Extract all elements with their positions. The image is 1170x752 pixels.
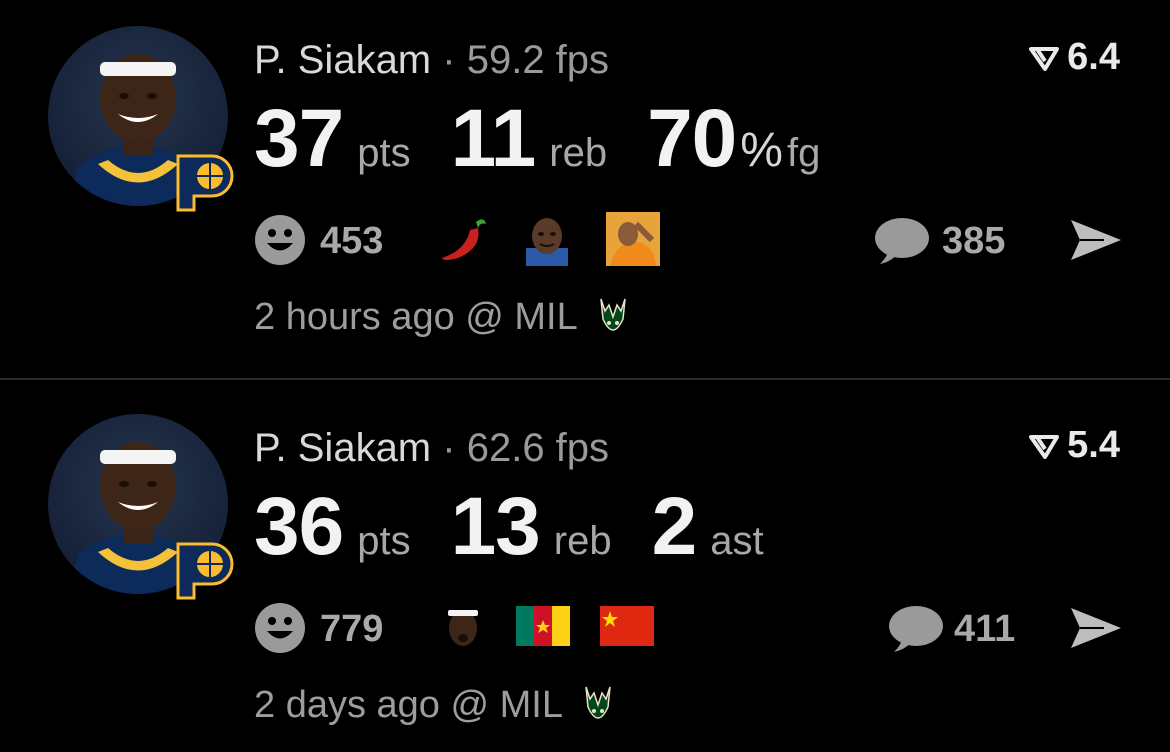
post-header: P. Siakam · 59.2 fps [254, 38, 609, 83]
percent-sign: % [740, 124, 783, 177]
share-send-icon[interactable] [1068, 604, 1124, 652]
reaction-bar: 779 411 [254, 600, 1124, 656]
divider [0, 378, 1170, 380]
game-time-opponent: 2 hours ago @ MIL [254, 296, 577, 338]
stat-value: 70 [647, 93, 737, 184]
comment-icon[interactable] [886, 604, 944, 656]
post-card[interactable]: P. Siakam · 62.6 fps 5.4 36 pts 13 reb 2… [0, 382, 1170, 752]
game-info[interactable]: 2 days ago @ MIL [254, 684, 616, 729]
stat-unit: reb [549, 131, 608, 175]
stat-value: 11 [450, 93, 537, 184]
bucks-logo-icon [585, 686, 611, 719]
player-name[interactable]: P. Siakam [254, 38, 431, 82]
hot-pepper-icon[interactable] [436, 212, 490, 266]
stat-unit: fg [786, 131, 821, 175]
stat-line: 36 pts 13 reb 2 ast [254, 480, 804, 574]
rating-value: 5.4 [1067, 424, 1120, 466]
stat-unit: pts [357, 519, 411, 563]
rating-icon [1029, 434, 1060, 459]
comment-icon[interactable] [872, 216, 930, 268]
rating[interactable]: 5.4 [1029, 424, 1120, 467]
comment-count: 385 [942, 220, 1006, 262]
stat-unit: reb [553, 519, 612, 563]
reaction-count: 779 [320, 608, 384, 650]
post-card[interactable]: P. Siakam · 59.2 fps 6.4 37 pts 11 reb 7… [0, 0, 1170, 376]
comment-count: 411 [954, 608, 1016, 650]
stat-line: 37 pts 11 reb 70 % fg [254, 92, 820, 186]
rating-value: 6.4 [1067, 36, 1120, 78]
reaction-count: 453 [320, 220, 384, 262]
game-info[interactable]: 2 hours ago @ MIL [254, 296, 631, 341]
stat-value: 37 [254, 93, 344, 184]
post-header: P. Siakam · 62.6 fps [254, 426, 609, 471]
bucks-logo-icon [600, 298, 626, 331]
smiley-icon[interactable] [254, 214, 306, 266]
pacers-logo-icon [176, 542, 234, 600]
reaction-bar: 453 385 [254, 212, 1124, 268]
flag-cameroon-icon[interactable] [516, 606, 570, 646]
stat-unit: pts [357, 131, 411, 175]
stat-value: 2 [651, 481, 698, 572]
siakam-face-icon[interactable] [436, 600, 490, 654]
stat-unit: ast [710, 519, 764, 563]
flag-china-icon[interactable] [600, 606, 654, 646]
fantasy-points: 59.2 fps [466, 38, 610, 82]
drake-meme-icon[interactable] [606, 212, 660, 266]
smiley-icon[interactable] [254, 602, 306, 654]
stat-value: 36 [254, 481, 344, 572]
fantasy-points: 62.6 fps [466, 426, 610, 470]
separator: · [442, 426, 456, 470]
player-name[interactable]: P. Siakam [254, 426, 431, 470]
game-time-opponent: 2 days ago @ MIL [254, 684, 562, 726]
shaq-face-icon[interactable] [520, 212, 574, 266]
stat-value: 13 [450, 481, 541, 572]
rating-icon [1029, 46, 1060, 71]
rating[interactable]: 6.4 [1029, 36, 1120, 79]
separator: · [442, 38, 456, 82]
pacers-logo-icon [176, 154, 234, 212]
share-send-icon[interactable] [1068, 216, 1124, 264]
